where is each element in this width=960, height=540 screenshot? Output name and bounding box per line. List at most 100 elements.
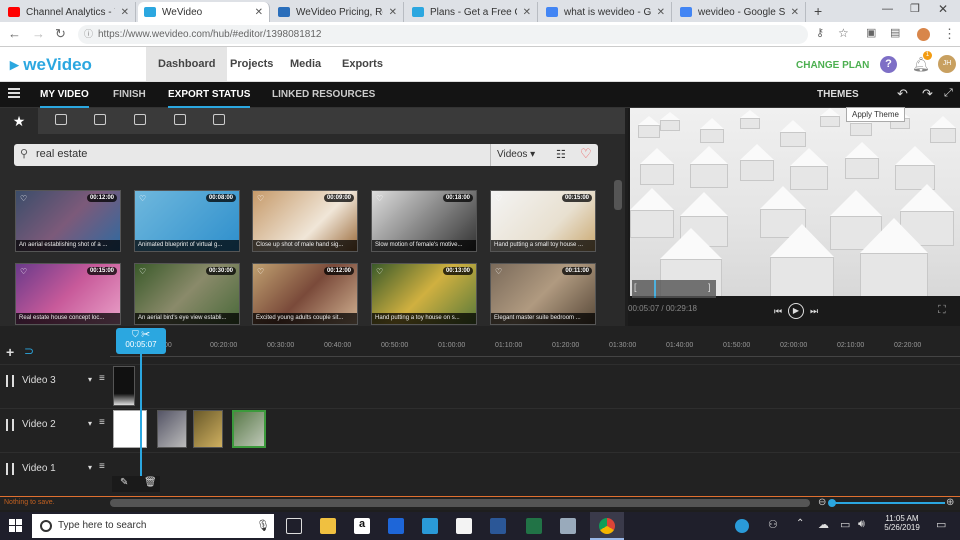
media-scrollbar[interactable]	[614, 180, 622, 210]
key-icon[interactable]: ⚷	[816, 26, 824, 39]
tray-icon[interactable]	[735, 519, 749, 533]
trim-end-handle[interactable]: ]	[708, 282, 711, 292]
favorite-heart-icon[interactable]: ♡	[20, 267, 27, 276]
change-plan-link[interactable]: CHANGE PLAN	[796, 60, 869, 71]
timeline-clip[interactable]	[157, 410, 187, 448]
favorite-heart-icon[interactable]: ♡	[139, 194, 146, 203]
media-thumbnail[interactable]: ♡ 00:15:00 Hand putting a small toy house …	[490, 190, 596, 252]
preview-playhead[interactable]	[654, 280, 656, 298]
favorite-heart-icon[interactable]: ♡	[376, 194, 383, 203]
zoom-in-icon[interactable]: ⊕	[946, 497, 954, 508]
browser-tab[interactable]: wevideo - Google Sear✕	[674, 2, 806, 22]
taskbar-search[interactable]: Type here to search 🎙︎	[32, 514, 274, 538]
browser-tab[interactable]: what is wevideo - Goog✕	[540, 2, 672, 22]
amazon-icon[interactable]: a	[354, 518, 370, 534]
tab-export-status[interactable]: EXPORT STATUS	[168, 82, 251, 108]
menu-dots-icon[interactable]: ⋮	[943, 26, 956, 42]
favorite-heart-icon[interactable]: ♡	[376, 267, 383, 276]
excel-icon[interactable]	[526, 518, 542, 534]
nav-projects[interactable]: Projects	[218, 47, 285, 81]
favorite-heart-icon[interactable]: ♡	[495, 267, 502, 276]
clock[interactable]: 11:05 AM 5/26/2019	[880, 514, 924, 532]
timeline-ruler[interactable]: :00 00:20:00 00:30:00 00:40:00 00:50:00 01:00…	[110, 338, 960, 354]
tab-finish[interactable]: FINISH	[113, 82, 146, 108]
task-view-icon[interactable]	[286, 518, 302, 534]
zoom-slider[interactable]	[830, 502, 945, 504]
chevron-up-icon[interactable]: ⌃	[796, 518, 804, 529]
nav-media[interactable]: Media	[278, 47, 333, 81]
skip-forward-icon[interactable]: ⏭	[810, 306, 818, 317]
playhead-split-icon[interactable]: ⛉ ✂	[116, 328, 166, 340]
track-menu-icon[interactable]: ≡	[99, 417, 105, 428]
favorite-heart-icon[interactable]: ♡	[257, 194, 264, 203]
tab-close-icon[interactable]: ✕	[651, 7, 665, 18]
nav-exports[interactable]: Exports	[330, 47, 395, 81]
media-thumbnail[interactable]: ♡ 00:13:00 Hand putting a toy house on s..…	[371, 263, 477, 325]
chrome-taskbar-button[interactable]	[590, 512, 624, 540]
favorite-heart-icon[interactable]: ♡	[495, 194, 502, 203]
hamburger-menu-icon[interactable]	[8, 88, 20, 98]
mail-icon[interactable]	[456, 518, 472, 534]
favorite-heart-icon[interactable]: ♡	[257, 267, 264, 276]
track-menu-icon[interactable]: ≡	[99, 461, 105, 472]
tab-close-icon[interactable]: ✕	[383, 7, 397, 18]
browser-tab[interactable]: Plans - Get a Free Onli✕	[406, 2, 538, 22]
zoom-slider-handle[interactable]	[828, 499, 836, 507]
pencil-icon[interactable]: ✎	[120, 477, 128, 488]
timeline-clip[interactable]	[232, 410, 266, 448]
undo-icon[interactable]: ↶	[897, 86, 908, 102]
extension-icon[interactable]: ▣	[866, 26, 876, 39]
redo-icon[interactable]: ↷	[922, 86, 933, 102]
play-button[interactable]: ▶	[788, 303, 804, 319]
themes-button[interactable]: THEMES	[817, 82, 859, 108]
dropbox-icon[interactable]	[388, 518, 404, 534]
media-thumbnail[interactable]: ♡ 00:12:00 An aerial establishing shot of …	[15, 190, 121, 252]
media-thumbnail[interactable]: ♡ 00:11:00 Elegant master suite bedroom ..…	[490, 263, 596, 325]
app-icon[interactable]	[422, 518, 438, 534]
back-arrow-icon[interactable]: ←	[8, 26, 21, 41]
fullscreen-icon[interactable]: ⤢	[944, 87, 953, 100]
expand-preview-icon[interactable]: ⛶	[938, 304, 946, 317]
tab-my-video[interactable]: MY VIDEO	[40, 82, 89, 108]
magnet-icon[interactable]: ⊃	[24, 344, 34, 358]
browser-tab[interactable]: WeVideo ✕	[138, 2, 270, 22]
add-track-icon[interactable]: +	[6, 344, 14, 360]
timeline-clip[interactable]	[193, 410, 223, 448]
network-icon[interactable]: ▭	[840, 518, 850, 531]
track-options-dropdown[interactable]: ▾	[88, 463, 92, 472]
app-icon[interactable]	[560, 518, 576, 534]
people-icon[interactable]: ⚇	[768, 518, 778, 531]
help-button[interactable]: ?	[880, 56, 897, 73]
trim-start-handle[interactable]: [	[634, 282, 637, 292]
track-options-dropdown[interactable]: ▾	[88, 375, 92, 384]
tab-close-icon[interactable]: ✕	[249, 7, 263, 18]
favorite-heart-icon[interactable]: ♡	[139, 267, 146, 276]
reload-icon[interactable]: ↻	[55, 26, 66, 42]
trash-icon[interactable]: 🗑︎	[144, 477, 157, 488]
onedrive-icon[interactable]: ☁	[818, 518, 829, 531]
action-center-icon[interactable]: ▭	[936, 518, 946, 531]
url-field[interactable]: ⓘ https://www.wevideo.com/hub/#editor/13…	[78, 25, 808, 44]
nav-dashboard[interactable]: Dashboard	[146, 47, 228, 81]
trim-region[interactable]: [ ]	[632, 280, 716, 298]
browser-tab[interactable]: WeVideo Pricing, Revie✕	[272, 2, 404, 22]
favorite-heart-icon[interactable]: ♡	[20, 194, 27, 203]
tab-linked-resources[interactable]: LINKED RESOURCES	[272, 82, 375, 108]
skip-back-icon[interactable]: ⏮	[774, 306, 782, 317]
timeline-clip[interactable]	[113, 366, 135, 406]
media-thumbnail[interactable]: ♡ 00:12:00 Excited young adults couple sit…	[252, 263, 358, 325]
volume-icon[interactable]: 🔊︎	[858, 518, 865, 531]
minimize-icon[interactable]: —	[882, 3, 893, 15]
browser-tab[interactable]: Channel Analytics - You✕	[2, 2, 136, 22]
media-thumbnail[interactable]: ♡ 00:30:00 An aerial bird's eye view estab…	[134, 263, 240, 325]
timeline-scrollbar[interactable]	[110, 499, 810, 507]
windows-start-icon[interactable]	[9, 519, 22, 532]
tab-close-icon[interactable]: ✕	[115, 7, 129, 18]
zoom-out-icon[interactable]: ⊖	[818, 497, 826, 508]
track-menu-icon[interactable]: ≡	[99, 373, 105, 384]
info-icon[interactable]: ⓘ	[84, 25, 93, 44]
profile-avatar[interactable]	[917, 28, 930, 41]
extension-icon[interactable]: ▤	[890, 26, 900, 39]
tab-close-icon[interactable]: ✕	[517, 7, 531, 18]
forward-arrow-icon[interactable]: →	[32, 26, 45, 41]
